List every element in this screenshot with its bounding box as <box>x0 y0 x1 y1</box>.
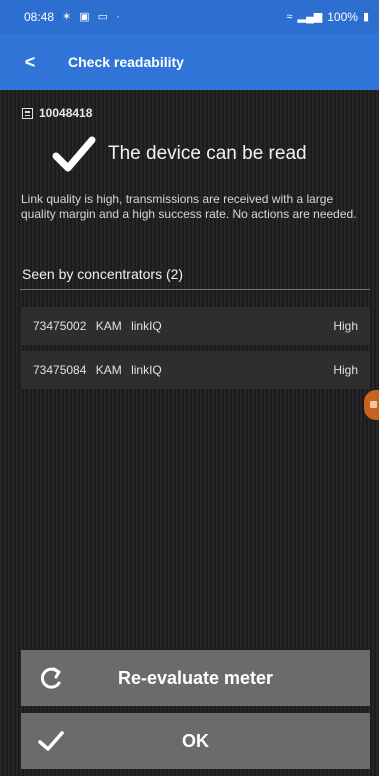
concentrator-id: 73475002 <box>33 319 87 333</box>
ok-button[interactable]: OK <box>21 713 370 769</box>
refresh-icon <box>21 665 81 691</box>
concentrator-row: 73475002 KAM linkIQ High <box>21 307 370 345</box>
signal-icon: ▂▄▆ <box>297 10 323 23</box>
reevaluate-meter-button[interactable]: Re-evaluate meter <box>21 650 370 706</box>
notification-icon: ✶ <box>62 10 72 23</box>
concentrator-type: linkIQ <box>131 363 162 377</box>
readability-result: The device can be read <box>52 134 307 174</box>
battery-icon: ▮ <box>362 10 369 23</box>
concentrator-vendor: KAM <box>95 363 122 377</box>
section-divider <box>20 289 370 290</box>
concentrator-row: 73475084 KAM linkIQ High <box>21 351 370 389</box>
concentrator-vendor: KAM <box>95 319 122 333</box>
main-content: 10048418 The device can be read Link qua… <box>0 90 379 776</box>
app-bar: < Check readability <box>0 34 379 90</box>
chevron-left-icon: < <box>24 51 36 72</box>
page-title: Check readability <box>68 54 184 70</box>
check-icon <box>21 729 81 753</box>
concentrator-quality: High <box>333 363 358 377</box>
concentrators-title: Seen by concentrators (2) <box>22 266 184 282</box>
media-icon: ▣ <box>79 10 90 23</box>
device-id: 10048418 <box>39 106 93 120</box>
readability-description: Link quality is high, transmissions are … <box>21 192 357 221</box>
back-button[interactable]: < <box>0 34 60 90</box>
battery-percent: 100% <box>327 10 358 24</box>
concentrator-id: 73475084 <box>33 363 87 377</box>
floating-handle[interactable] <box>364 390 379 420</box>
message-icon: ▭ <box>97 10 109 23</box>
concentrator-type: linkIQ <box>131 319 162 333</box>
ok-label: OK <box>182 730 209 751</box>
wifi-icon: ≈ <box>286 10 293 23</box>
status-bar: 08:48 ✶ ▣ ▭ · ≈ ▂▄▆ 100% ▮ <box>0 0 379 34</box>
concentrator-quality: High <box>333 319 358 333</box>
dot-icon: · <box>116 10 120 23</box>
readability-text: The device can be read <box>108 143 307 164</box>
check-icon <box>52 136 96 172</box>
meter-icon <box>22 107 33 119</box>
status-time: 08:48 <box>24 10 55 24</box>
device-id-row: 10048418 <box>22 106 92 120</box>
reevaluate-label: Re-evaluate meter <box>117 667 274 688</box>
